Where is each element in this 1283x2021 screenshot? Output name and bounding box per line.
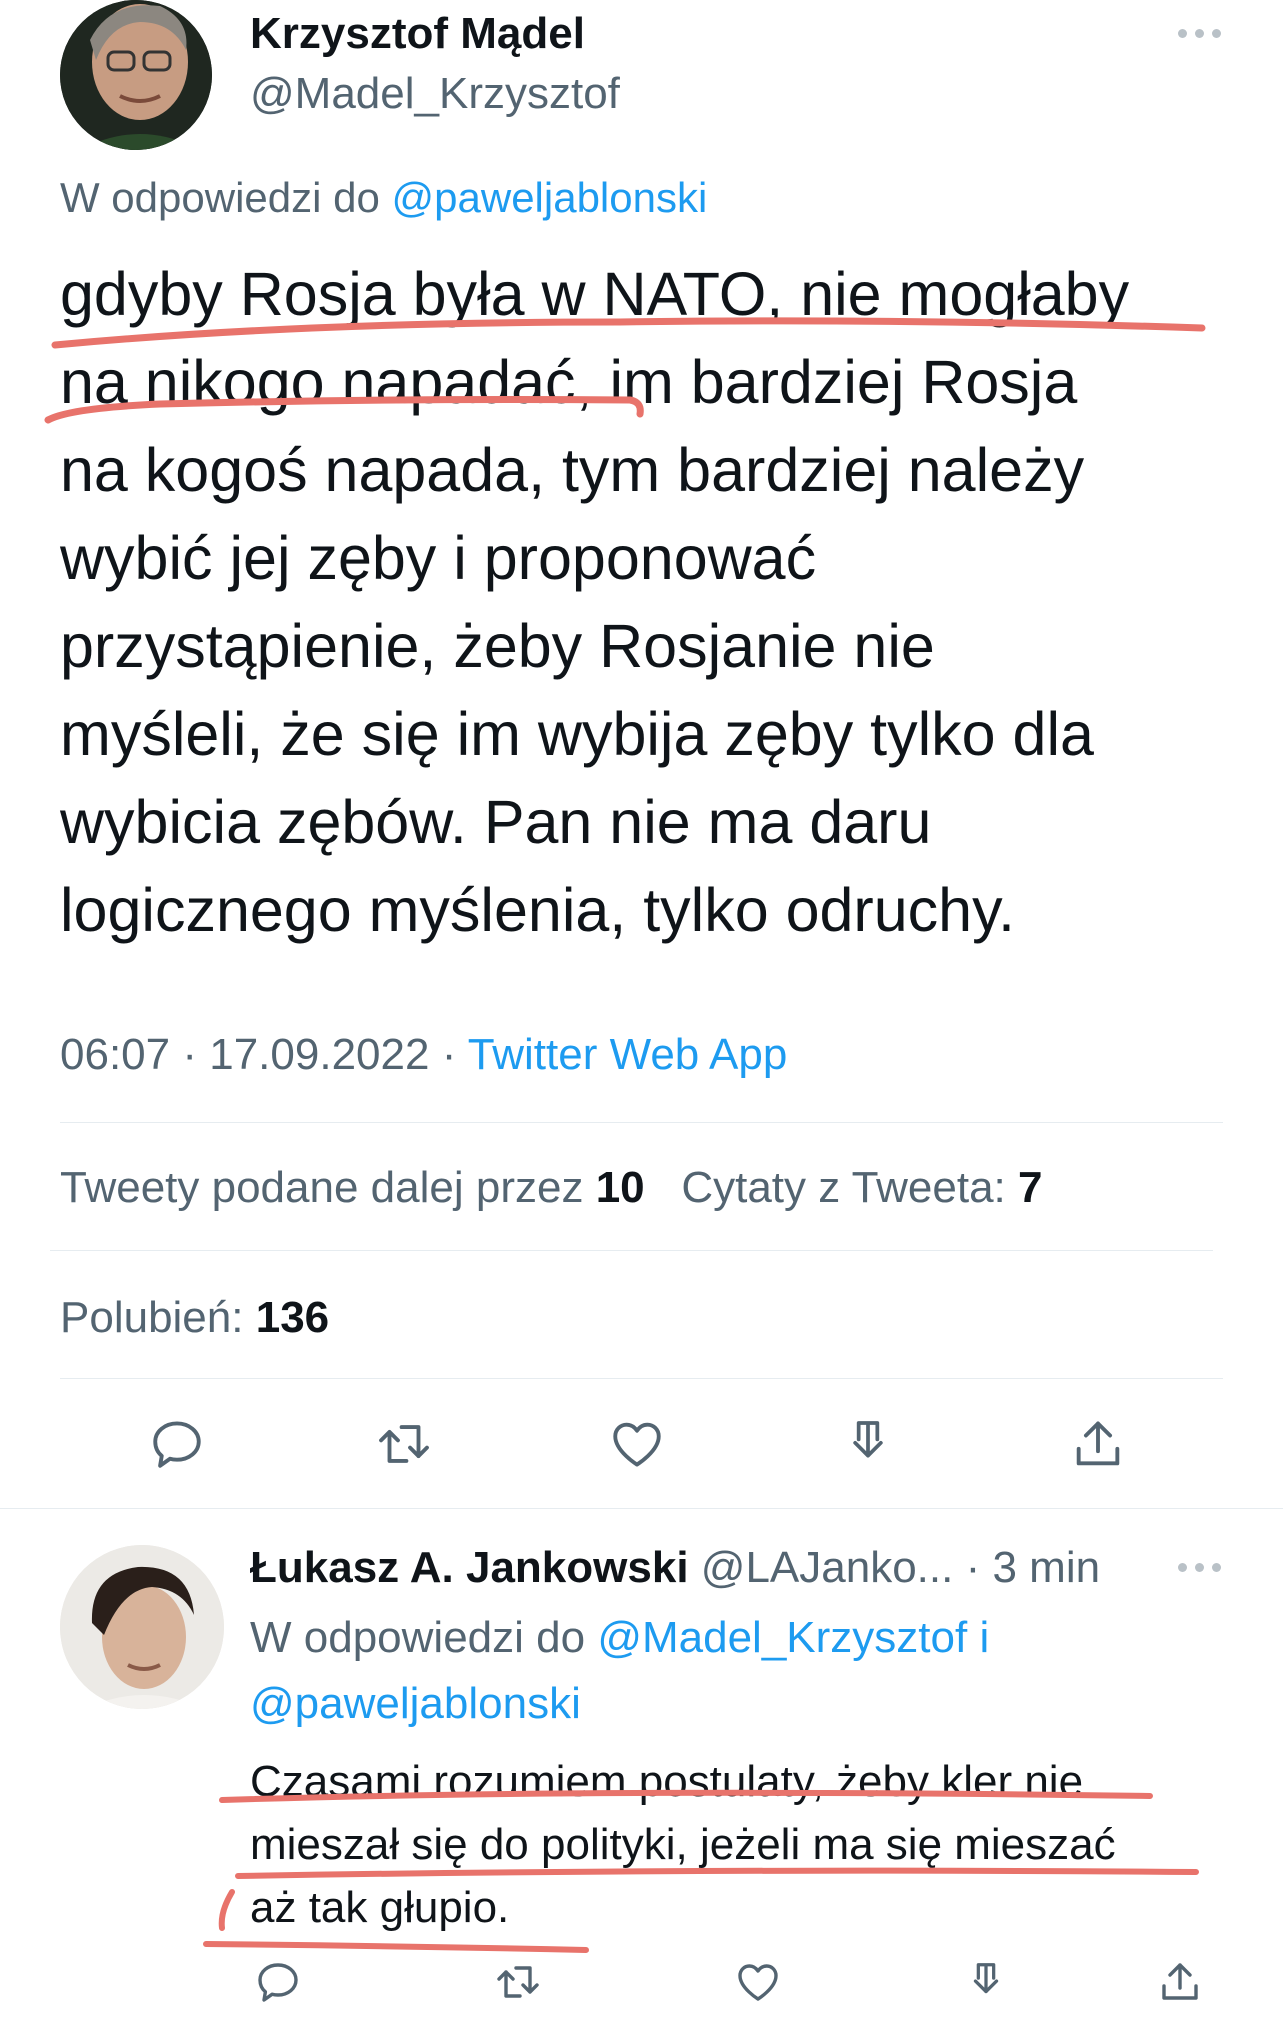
reply-prefix: W odpowiedzi do bbox=[250, 1613, 586, 1662]
reply-author-handle[interactable]: @LAJanko... bbox=[701, 1543, 954, 1592]
retweets-stat[interactable]: Tweety podane dalej przez 10 bbox=[60, 1163, 657, 1212]
share-button[interactable] bbox=[1148, 1950, 1212, 2014]
share-button[interactable] bbox=[1066, 1412, 1130, 1476]
reply-time[interactable]: 3 min bbox=[992, 1543, 1100, 1592]
divider bbox=[50, 1250, 1213, 1251]
tweet-text-line: wybicia zębów. Pan nie ma daru bbox=[60, 788, 932, 856]
retweets-label: Tweety podane dalej przez bbox=[60, 1163, 584, 1212]
engagement-stats: Tweety podane dalej przez 10 Cytaty z Tw… bbox=[60, 1158, 1042, 1218]
meta-separator: · bbox=[182, 1030, 197, 1079]
like-icon bbox=[738, 1964, 778, 2001]
tweet-source[interactable]: Twitter Web App bbox=[468, 1030, 788, 1079]
like-icon bbox=[613, 1422, 661, 1467]
tweet-text-line: przystąpienie, żeby Rosjanie nie bbox=[60, 612, 935, 680]
tweet-meta: 06:07 · 17.09.2022 · Twitter Web App bbox=[60, 1025, 787, 1085]
like-button[interactable] bbox=[605, 1412, 669, 1476]
divider bbox=[0, 1508, 1283, 1509]
underline-annotation bbox=[44, 317, 1206, 424]
retweet-button[interactable] bbox=[372, 1412, 436, 1476]
reply-icon bbox=[258, 1963, 298, 2002]
quotes-label: Cytaty z Tweeta: bbox=[681, 1163, 1006, 1212]
divider bbox=[60, 1122, 1223, 1123]
retweet-icon bbox=[379, 1425, 429, 1463]
reply-button[interactable] bbox=[246, 1950, 310, 2014]
bookmark-button[interactable] bbox=[836, 1412, 900, 1476]
quotes-count: 7 bbox=[1018, 1163, 1043, 1212]
retweet-button[interactable] bbox=[486, 1950, 550, 2014]
tweet-text-line: myśleli, że się im wybija zęby tylko dla bbox=[60, 700, 1094, 768]
tweet-text-line: logicznego myślenia, tylko odruchy. bbox=[60, 876, 1016, 944]
reply-separator: · bbox=[965, 1543, 981, 1592]
tweet-date[interactable]: 17.09.2022 bbox=[209, 1030, 429, 1079]
likes-stat[interactable]: Polubień: 136 bbox=[60, 1288, 329, 1348]
quotes-stat[interactable]: Cytaty z Tweeta: 7 bbox=[681, 1163, 1042, 1212]
share-icon bbox=[1162, 1963, 1198, 2000]
bookmark-icon bbox=[973, 1963, 999, 1994]
reply-author-avatar[interactable] bbox=[60, 1545, 224, 1709]
meta-separator: · bbox=[441, 1030, 457, 1079]
retweet-icon bbox=[497, 1966, 539, 1998]
reply-button[interactable] bbox=[145, 1412, 209, 1476]
divider bbox=[60, 1378, 1223, 1379]
bookmark-icon bbox=[853, 1421, 883, 1458]
reply-icon bbox=[153, 1421, 201, 1468]
likes-count: 136 bbox=[255, 1293, 330, 1342]
retweets-count: 10 bbox=[595, 1163, 645, 1212]
reply-to-link[interactable]: @paweljablonski bbox=[250, 1679, 581, 1728]
more-icon[interactable] bbox=[1178, 1563, 1221, 1572]
reply-header: Łukasz A. Jankowski @LAJanko... · 3 min bbox=[250, 1538, 1100, 1598]
bookmark-button[interactable] bbox=[954, 1950, 1018, 2014]
likes-label: Polubień: bbox=[60, 1293, 244, 1342]
reply-conjunction: i bbox=[979, 1613, 990, 1662]
underline-annotation bbox=[203, 1789, 1199, 1953]
reply-context: W odpowiedzi do @Madel_Krzysztof i @pawe… bbox=[250, 1605, 1230, 1737]
tweet-text-line: wybić jej zęby i proponować bbox=[60, 524, 817, 592]
reply-to-link[interactable]: @Madel_Krzysztof bbox=[597, 1613, 967, 1662]
reply-author-name[interactable]: Łukasz A. Jankowski bbox=[250, 1543, 689, 1592]
share-icon bbox=[1076, 1421, 1120, 1466]
like-button[interactable] bbox=[726, 1950, 790, 2014]
tweet-time[interactable]: 06:07 bbox=[60, 1030, 170, 1079]
